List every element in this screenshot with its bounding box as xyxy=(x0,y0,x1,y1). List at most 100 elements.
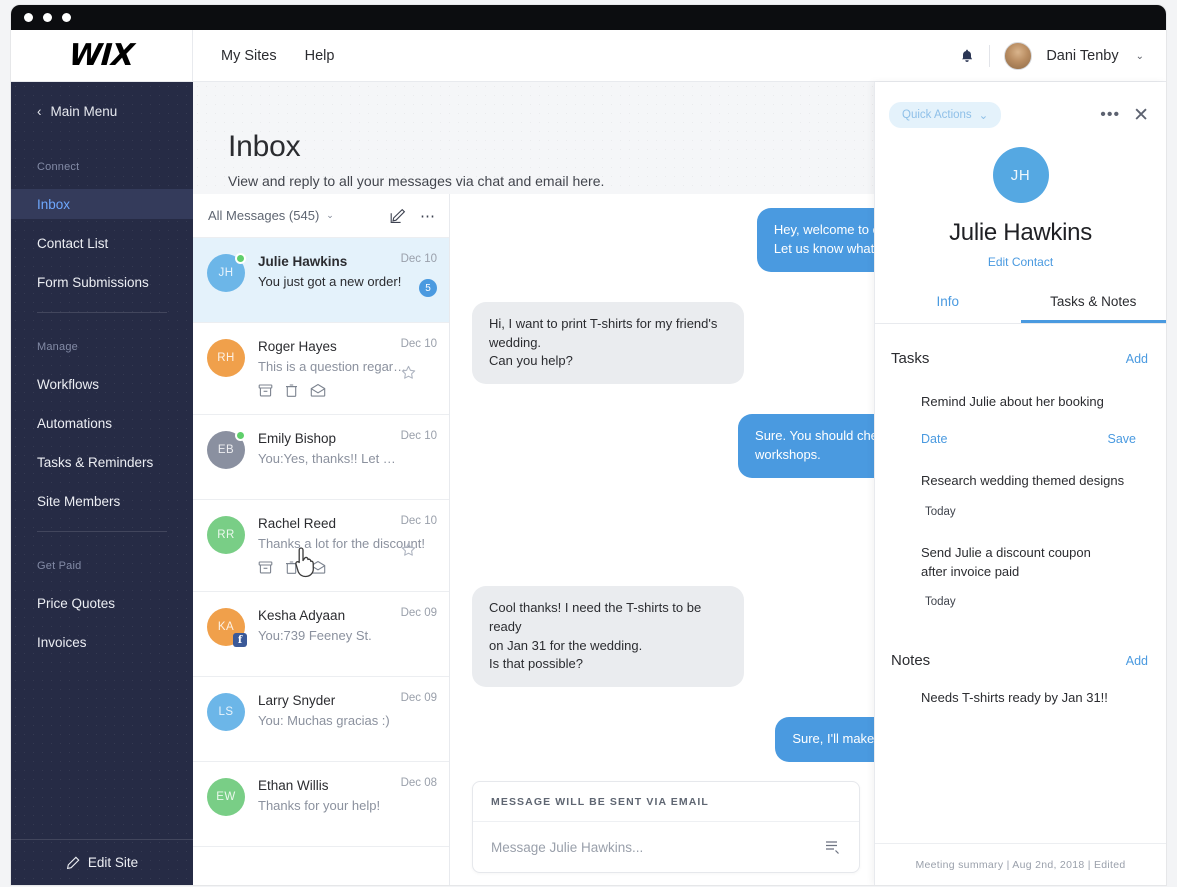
message-row-meta: Dec 10 xyxy=(401,515,437,557)
pencil-icon xyxy=(66,856,80,870)
message-row[interactable]: RH Roger Hayes This is a question regar… De… xyxy=(193,323,449,415)
contact-panel-footer: Meeting summary | Aug 2nd, 2018 | Edited xyxy=(875,843,1166,885)
message-row-meta: Dec 08 xyxy=(401,777,437,789)
composer-input-row xyxy=(473,822,859,872)
message-row[interactable]: EW Ethan Willis Thanks for your help! Dec 0… xyxy=(193,762,449,847)
message-row[interactable]: RR Rachel Reed Thanks a lot for the discou… xyxy=(193,500,449,592)
star-icon[interactable] xyxy=(401,542,437,557)
sidebar-item-contact-list[interactable]: Contact List xyxy=(11,228,193,258)
wix-logo: WIX xyxy=(68,38,135,73)
browser-window: WIX My Sites Help Dani Tenby ⌄ ‹ Main Me… xyxy=(11,5,1166,885)
window-close-dot[interactable] xyxy=(24,13,33,22)
sidebar-group-manage-title: Manage xyxy=(37,341,78,353)
contact-panel-toolbar: Quick Actions ⌄ ••• ✕ xyxy=(875,82,1166,130)
add-task-button[interactable]: Add xyxy=(1126,352,1148,366)
mark-unread-icon[interactable] xyxy=(310,383,326,398)
message-composer: MESSAGE WILL BE SENT VIA EMAIL xyxy=(472,781,860,873)
avatar: RR xyxy=(207,516,245,554)
message-preview: You:Yes, thanks!! Let … xyxy=(258,451,396,466)
sidebar-item-label: Contact List xyxy=(37,235,109,251)
sidebar-item-automations[interactable]: Automations xyxy=(11,408,193,438)
message-row[interactable]: LS Larry Snyder You: Muchas gracias :) Dec … xyxy=(193,677,449,762)
message-date: Dec 10 xyxy=(400,515,437,527)
contact-name: Julie Hawkins xyxy=(949,219,1092,246)
sidebar-item-tasks-reminders[interactable]: Tasks & Reminders xyxy=(11,447,193,477)
sidebar-item-site-members[interactable]: Site Members xyxy=(11,486,193,516)
task-text: Research wedding themed designs xyxy=(921,472,1125,488)
message-row-meta: Dec 10 xyxy=(401,430,437,442)
message-row[interactable]: KA f Kesha Adyaan You:739 Feeney St. Dec 09 xyxy=(193,592,449,677)
quick-actions-button[interactable]: Quick Actions ⌄ xyxy=(889,102,1002,128)
tab-info[interactable]: Info xyxy=(875,294,1021,323)
archive-icon[interactable] xyxy=(258,560,273,575)
edit-contact-link[interactable]: Edit Contact xyxy=(875,255,1166,269)
chevron-down-icon[interactable]: ⌄ xyxy=(326,210,334,221)
center-column: Inbox View and reply to all your message… xyxy=(193,82,874,885)
sidebar-item-invoices[interactable]: Invoices xyxy=(11,627,193,657)
edit-site-button[interactable]: Edit Site xyxy=(11,839,193,885)
tab-label: Tasks & Notes xyxy=(1050,294,1137,309)
filter-label[interactable]: All Messages (545) xyxy=(208,208,319,223)
task-text: Send Julie a discount coupon after invoic… xyxy=(921,544,1091,579)
tasks-section-header: Tasks Add xyxy=(875,324,1166,367)
more-icon[interactable]: ••• xyxy=(1100,106,1120,124)
chat-messages[interactable]: Hey, welcome to our store!Let us know wh… xyxy=(450,194,874,778)
task-date-button[interactable]: Date xyxy=(921,432,947,446)
saved-replies-icon[interactable] xyxy=(824,839,841,856)
sidebar-back-main-menu[interactable]: ‹ Main Menu xyxy=(11,82,193,119)
trash-icon[interactable] xyxy=(284,560,299,575)
add-note-button[interactable]: Add xyxy=(1126,654,1148,668)
sidebar-item-label: Invoices xyxy=(37,634,87,650)
message-row[interactable]: EB Emily Bishop You:Yes, thanks!! Let … Dec… xyxy=(193,415,449,500)
sidebar-item-inbox[interactable]: Inbox xyxy=(11,189,193,219)
nav-my-sites[interactable]: My Sites xyxy=(221,48,277,64)
wix-logo-cell[interactable]: WIX xyxy=(11,29,193,82)
task-text: Remind Julie about her booking xyxy=(921,394,1104,409)
star-icon[interactable] xyxy=(401,365,437,380)
chat-message-row: Sure. You should check out ourworkshops. xyxy=(450,414,874,478)
avatar-wrapper: RH xyxy=(207,339,245,377)
task-item[interactable]: Research wedding themed designs Today xyxy=(875,446,1166,518)
tab-label: Info xyxy=(936,294,960,309)
task-save-button[interactable]: Save xyxy=(1108,432,1137,446)
window-titlebar xyxy=(11,5,1166,30)
contact-panel-tabs: Info Tasks & Notes xyxy=(875,294,1166,324)
sidebar-item-form-submissions[interactable]: Form Submissions xyxy=(11,267,193,297)
user-name[interactable]: Dani Tenby xyxy=(1046,48,1118,64)
chat-message-row: Hey, welcome to our store!Let us know wh… xyxy=(450,208,874,272)
compose-icon[interactable] xyxy=(390,208,406,224)
mark-unread-icon[interactable] xyxy=(310,560,326,575)
sidebar-item-price-quotes[interactable]: Price Quotes xyxy=(11,588,193,618)
chevron-down-icon[interactable]: ⌄ xyxy=(1136,51,1144,62)
more-icon[interactable]: ⋯ xyxy=(420,207,435,225)
avatar: RH xyxy=(207,339,245,377)
task-item[interactable]: Remind Julie about her booking Date Save xyxy=(875,367,1166,446)
avatar[interactable] xyxy=(1004,42,1033,70)
window-maximize-dot[interactable] xyxy=(62,13,71,22)
tab-tasks-notes[interactable]: Tasks & Notes xyxy=(1020,294,1166,323)
sidebar-item-workflows[interactable]: Workflows xyxy=(11,369,193,399)
message-input[interactable] xyxy=(491,839,824,855)
sidebar-back-label: Main Menu xyxy=(50,104,118,119)
nav-help[interactable]: Help xyxy=(305,48,335,64)
message-list-toolbar: All Messages (545) ⌄ ⋯ xyxy=(193,194,449,238)
trash-icon[interactable] xyxy=(284,383,299,398)
task-item[interactable]: Send Julie a discount coupon after invoic… xyxy=(875,518,1166,609)
note-item[interactable]: Needs T-shirts ready by Jan 31!! xyxy=(875,669,1166,705)
main-body: ‹ Main Menu Connect Inbox Contact List F… xyxy=(11,82,1166,885)
message-preview: Thanks for your help! xyxy=(258,798,381,813)
close-icon[interactable]: ✕ xyxy=(1133,104,1149,127)
archive-icon[interactable] xyxy=(258,383,273,398)
message-row-meta: Dec 10 5 xyxy=(401,253,437,297)
chevron-down-icon: ⌄ xyxy=(978,110,989,122)
task-due-date: Today xyxy=(925,596,956,609)
message-row[interactable]: JH Julie Hawkins You just got a new order!… xyxy=(193,238,449,323)
avatar-wrapper: LS xyxy=(207,693,245,731)
sidebar-group-connect-title: Connect xyxy=(37,161,80,173)
task-due-date: Today xyxy=(925,505,956,518)
bell-icon[interactable] xyxy=(959,48,975,65)
message-preview: You: Muchas gracias :) xyxy=(258,713,390,728)
message-row-meta: Dec 09 xyxy=(401,607,437,619)
sidebar-item-label: Price Quotes xyxy=(37,595,116,611)
window-minimize-dot[interactable] xyxy=(43,13,52,22)
